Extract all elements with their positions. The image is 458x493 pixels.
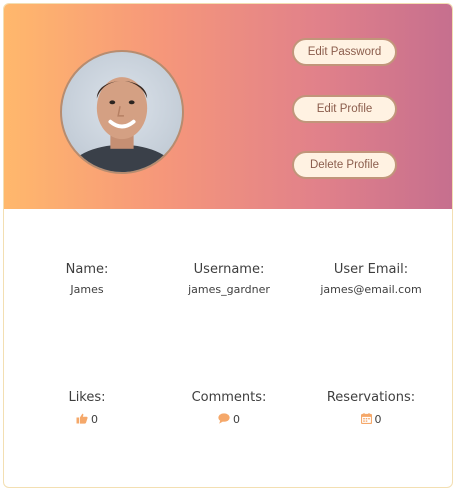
avatar	[60, 50, 184, 174]
edit-password-button[interactable]: Edit Password	[292, 38, 397, 66]
edit-profile-button[interactable]: Edit Profile	[292, 95, 397, 123]
name-value: James	[70, 283, 104, 296]
email-value: james@email.com	[320, 283, 422, 296]
likes-field: Likes: 0	[12, 390, 162, 427]
likes-count: 0	[12, 413, 162, 427]
username-value: james_gardner	[188, 283, 270, 296]
comment-icon	[218, 413, 230, 427]
name-label: Name:	[65, 262, 109, 277]
reservations-label: Reservations:	[326, 390, 416, 405]
reservations-value: 0	[374, 413, 382, 426]
avatar-image	[68, 77, 176, 172]
delete-profile-button[interactable]: Delete Profile	[292, 151, 397, 179]
calendar-icon	[360, 413, 372, 427]
username-field: Username: james_gardner	[154, 262, 304, 296]
profile-header: Edit Password Edit Profile Delete Profil…	[4, 4, 452, 209]
thumbs-up-icon	[76, 413, 88, 427]
likes-value: 0	[91, 413, 98, 426]
profile-card: Edit Password Edit Profile Delete Profil…	[3, 3, 453, 488]
comments-label: Comments:	[191, 390, 267, 405]
comments-value: 0	[233, 413, 240, 426]
email-label: User Email:	[333, 262, 409, 277]
email-field: User Email: james@email.com	[296, 262, 446, 296]
comments-field: Comments: 0	[154, 390, 304, 427]
name-field: Name: James	[12, 262, 162, 296]
reservations-field: Reservations: 0	[296, 390, 446, 427]
likes-label: Likes:	[68, 390, 106, 405]
username-label: Username:	[193, 262, 265, 277]
reservations-count: 0	[296, 413, 446, 427]
comments-count: 0	[154, 413, 304, 427]
